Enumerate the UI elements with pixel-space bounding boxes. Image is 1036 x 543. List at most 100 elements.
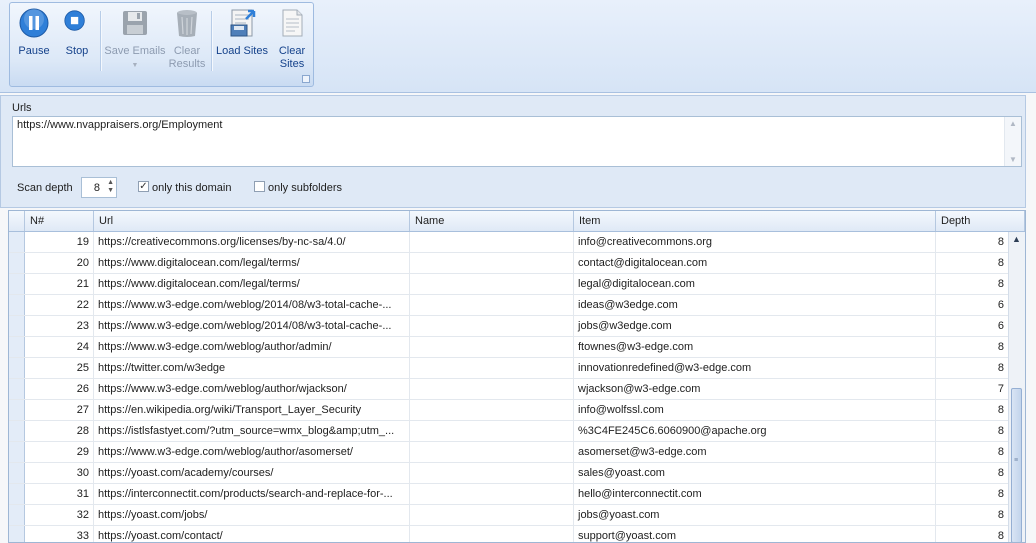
table-row[interactable]: 21 https://www.digitalocean.com/legal/ter… <box>9 274 1009 295</box>
header-item[interactable]: Item <box>574 211 936 231</box>
cell-depth: 8 <box>936 463 1009 483</box>
cell-number: 27 <box>25 400 94 420</box>
cell-depth: 8 <box>936 442 1009 462</box>
cell-item: asomerset@w3-edge.com <box>574 442 936 462</box>
cell-name <box>410 505 574 525</box>
cell-item: support@yoast.com <box>574 526 936 542</box>
cell-name <box>410 379 574 399</box>
spinner-arrows-icon[interactable]: ▲ ▼ <box>107 179 114 195</box>
clear-sites-button[interactable]: Clear Sites <box>274 7 310 71</box>
scroll-up-icon[interactable]: ▲ <box>1012 234 1021 244</box>
cell-name <box>410 274 574 294</box>
load-sites-button[interactable]: Load Sites <box>216 7 268 58</box>
pause-icon <box>19 8 49 38</box>
only-this-domain-checkbox[interactable]: ✓ <box>138 181 149 192</box>
scrollbar-thumb[interactable]: ≡ <box>1011 388 1022 542</box>
cell-number: 25 <box>25 358 94 378</box>
only-subfolders-checkbox[interactable] <box>254 181 265 192</box>
urls-textarea[interactable]: https://www.nvappraisers.org/Employment … <box>12 116 1022 167</box>
grip-icon: ≡ <box>1014 457 1019 464</box>
table-row[interactable]: 22 https://www.w3-edge.com/weblog/2014/08… <box>9 295 1009 316</box>
row-indicator <box>9 379 25 399</box>
cell-item: %3C4FE245C6.6060900@apache.org <box>574 421 936 441</box>
table-row[interactable]: 30 https://yoast.com/academy/courses/sale… <box>9 463 1009 484</box>
ribbon-separator <box>211 11 213 71</box>
table-row[interactable]: 29 https://www.w3-edge.com/weblog/author/… <box>9 442 1009 463</box>
row-indicator <box>9 274 25 294</box>
clear-sites-label: Clear Sites <box>278 45 306 70</box>
table-row[interactable]: 27 https://en.wikipedia.org/wiki/Transpor… <box>9 400 1009 421</box>
cell-item: info@wolfssl.com <box>574 400 936 420</box>
header-name[interactable]: Name <box>410 211 574 231</box>
cell-url: https://www.w3-edge.com/weblog/author/as… <box>94 442 410 462</box>
cell-item: contact@digitalocean.com <box>574 253 936 273</box>
table-row[interactable]: 19 https://creativecommons.org/licenses/b… <box>9 232 1009 253</box>
load-sites-label: Load Sites <box>216 45 268 57</box>
scroll-up-icon[interactable]: ▲ <box>1009 119 1017 128</box>
row-indicator <box>9 253 25 273</box>
cell-url: https://www.digitalocean.com/legal/terms… <box>94 274 410 294</box>
urls-textarea-value: https://www.nvappraisers.org/Employment <box>17 119 223 131</box>
table-row[interactable]: 33 https://yoast.com/contact/support@yoas… <box>9 526 1009 542</box>
urls-scrollbar[interactable]: ▲ ▼ <box>1004 117 1021 166</box>
save-emails-button[interactable]: Save Emails ▼ <box>104 7 166 72</box>
cell-depth: 8 <box>936 337 1009 357</box>
scan-depth-value: 8 <box>93 182 100 194</box>
ribbon: Pause Stop Save Emails ▼ Clear Results L… <box>0 0 1036 93</box>
table-row[interactable]: 31 https://interconnectit.com/products/se… <box>9 484 1009 505</box>
cell-number: 28 <box>25 421 94 441</box>
chevron-down-icon: ▼ <box>131 62 139 69</box>
cell-name <box>410 400 574 420</box>
row-indicator <box>9 484 25 504</box>
table-row[interactable]: 32 https://yoast.com/jobs/jobs@yoast.com 8 <box>9 505 1009 526</box>
cell-name <box>410 526 574 542</box>
header-indicator <box>9 211 25 231</box>
clear-results-button[interactable]: Clear Results <box>167 7 207 71</box>
cell-url: https://yoast.com/contact/ <box>94 526 410 542</box>
header-number[interactable]: N# <box>25 211 94 231</box>
cell-number: 22 <box>25 295 94 315</box>
table-row[interactable]: 20 https://www.digitalocean.com/legal/ter… <box>9 253 1009 274</box>
cell-item: legal@digitalocean.com <box>574 274 936 294</box>
row-indicator <box>9 526 25 542</box>
header-url[interactable]: Url <box>94 211 410 231</box>
cell-name <box>410 463 574 483</box>
stop-button[interactable]: Stop <box>60 7 94 58</box>
cell-name <box>410 295 574 315</box>
cell-depth: 7 <box>936 379 1009 399</box>
table-row[interactable]: 24 https://www.w3-edge.com/weblog/author/… <box>9 337 1009 358</box>
pause-label: Pause <box>18 45 50 57</box>
scan-depth-spinner[interactable]: 8 ▲ ▼ <box>81 177 117 198</box>
scan-depth-label: Scan depth <box>17 182 73 194</box>
table-row[interactable]: 23 https://www.w3-edge.com/weblog/2014/08… <box>9 316 1009 337</box>
trash-can-icon <box>177 10 197 37</box>
cell-number: 31 <box>25 484 94 504</box>
cell-name <box>410 253 574 273</box>
pause-button[interactable]: Pause <box>15 7 53 58</box>
row-indicator <box>9 337 25 357</box>
row-indicator <box>9 358 25 378</box>
cell-item: ftownes@w3-edge.com <box>574 337 936 357</box>
only-subfolders-label: only subfolders <box>268 182 342 194</box>
cell-item: hello@interconnectit.com <box>574 484 936 504</box>
stop-icon <box>64 10 85 31</box>
grid-scrollbar[interactable]: ▲ ≡ <box>1008 232 1025 542</box>
cell-number: 32 <box>25 505 94 525</box>
table-row[interactable]: 28 https://istlsfastyet.com/?utm_source=w… <box>9 421 1009 442</box>
cell-number: 29 <box>25 442 94 462</box>
table-row[interactable]: 25 https://twitter.com/w3edge innovationre… <box>9 358 1009 379</box>
load-document-icon <box>230 9 256 37</box>
urls-label: Urls <box>12 102 32 114</box>
cell-url: https://yoast.com/academy/courses/ <box>94 463 410 483</box>
cell-url: https://yoast.com/jobs/ <box>94 505 410 525</box>
clear-document-icon <box>282 9 303 37</box>
cell-depth: 8 <box>936 505 1009 525</box>
urls-panel: Urls https://www.nvappraisers.org/Employ… <box>0 95 1026 208</box>
grid-rows: 19 https://creativecommons.org/licenses/b… <box>9 232 1009 542</box>
dialog-launcher-icon[interactable] <box>302 75 310 83</box>
cell-url: https://twitter.com/w3edge <box>94 358 410 378</box>
row-indicator <box>9 442 25 462</box>
scroll-down-icon[interactable]: ▼ <box>1009 155 1017 164</box>
table-row[interactable]: 26 https://www.w3-edge.com/weblog/author/… <box>9 379 1009 400</box>
header-depth[interactable]: Depth <box>936 211 1025 231</box>
